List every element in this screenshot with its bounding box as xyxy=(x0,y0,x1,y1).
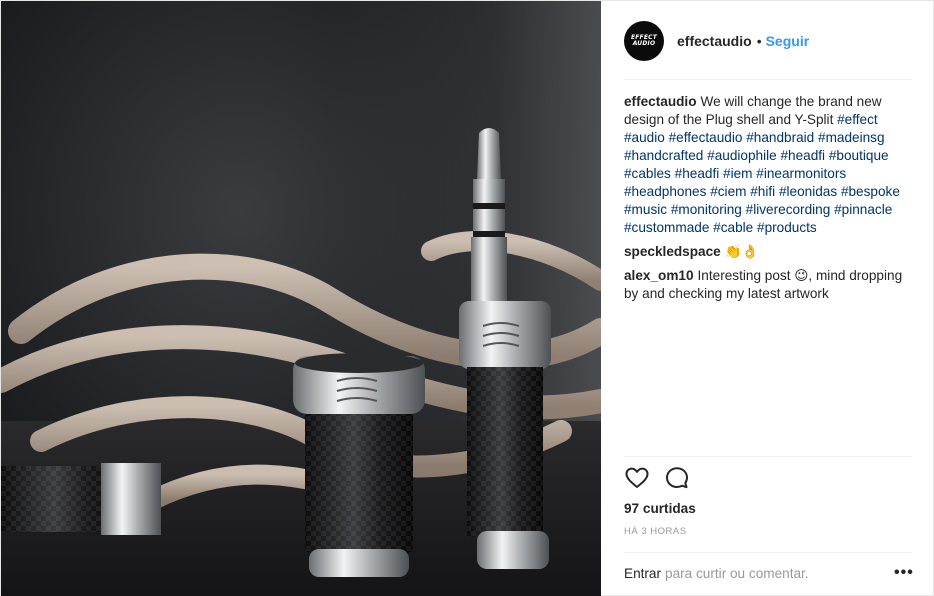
likes-count[interactable]: 97 curtidas xyxy=(624,501,696,516)
hashtag-link[interactable]: #bespoke xyxy=(841,184,900,199)
hashtag-link[interactable]: #handbraid xyxy=(746,130,814,145)
hashtag-link[interactable]: #headfi xyxy=(675,166,720,181)
hashtag-link[interactable]: #inearmonitors xyxy=(756,166,846,181)
hashtag-link[interactable]: #ciem xyxy=(710,184,746,199)
hashtag-link[interactable]: #madeinsg xyxy=(818,130,885,145)
avatar-logo: EFFECT AUDIO xyxy=(630,33,658,47)
hashtag-link[interactable]: #custommade xyxy=(624,220,709,235)
hashtag-link[interactable]: #pinnacle xyxy=(834,202,892,217)
comment-item: alex_om10 Interesting post 😉, mind droppi… xyxy=(624,267,914,303)
header-divider xyxy=(624,79,912,80)
comments-list: effectaudio We will change the brand new … xyxy=(624,93,914,309)
post-header: EFFECT AUDIO effectaudio • Seguir xyxy=(601,1,934,80)
hashtag-link[interactable]: #audiophile xyxy=(707,148,777,163)
hashtag-link[interactable]: #effect xyxy=(837,112,878,127)
comment-username[interactable]: speckledspace xyxy=(624,244,721,259)
login-link[interactable]: Entrar xyxy=(624,566,661,581)
post-photo[interactable] xyxy=(1,1,601,596)
hashtag-link[interactable]: #headphones xyxy=(624,184,706,199)
hashtag-link[interactable]: #audio xyxy=(624,130,665,145)
follow-button[interactable]: Seguir xyxy=(766,33,810,49)
separator-dot: • xyxy=(756,32,762,49)
caption-hashtags: #effect #audio #effectaudio #handbraid #… xyxy=(624,112,900,235)
hashtag-link[interactable]: #effectaudio xyxy=(669,130,743,145)
speech-bubble-icon[interactable] xyxy=(664,465,690,491)
comment-bar: Entrar para curtir ou comentar. xyxy=(624,566,914,581)
avatar[interactable]: EFFECT AUDIO xyxy=(624,20,664,61)
comment-bar-divider xyxy=(624,552,912,553)
instagram-post: EFFECT AUDIO effectaudio • Seguir effect… xyxy=(0,0,934,596)
hashtag-link[interactable]: #iem xyxy=(723,166,752,181)
hashtag-link[interactable]: #cables xyxy=(624,166,671,181)
hashtag-link[interactable]: #handcrafted xyxy=(624,148,703,163)
more-options-icon[interactable]: ••• xyxy=(894,564,914,582)
post-timestamp[interactable]: HÁ 3 HORAS xyxy=(624,526,687,537)
caption: effectaudio We will change the brand new … xyxy=(624,93,914,237)
actions-divider xyxy=(624,456,912,457)
heart-outline-icon[interactable] xyxy=(624,465,650,491)
hashtag-link[interactable]: #boutique xyxy=(829,148,889,163)
comment-item: speckledspace 👏👌 xyxy=(624,243,914,261)
photo-artwork xyxy=(1,128,601,577)
caption-username[interactable]: effectaudio xyxy=(624,94,697,109)
comment-text: 👏👌 xyxy=(724,244,759,259)
hashtag-link[interactable]: #products xyxy=(757,220,817,235)
hashtag-link[interactable]: #music xyxy=(624,202,667,217)
action-bar xyxy=(624,465,704,491)
hashtag-link[interactable]: #leonidas xyxy=(779,184,837,199)
login-prompt-text: para curtir ou comentar. xyxy=(665,566,809,581)
author-username[interactable]: effectaudio xyxy=(677,33,752,49)
hashtag-link[interactable]: #cable xyxy=(713,220,753,235)
comment-username[interactable]: alex_om10 xyxy=(624,268,694,283)
hashtag-link[interactable]: #monitoring xyxy=(671,202,742,217)
hashtag-link[interactable]: #headfi xyxy=(780,148,825,163)
hashtag-link[interactable]: #liverecording xyxy=(746,202,831,217)
hashtag-link[interactable]: #hifi xyxy=(750,184,775,199)
